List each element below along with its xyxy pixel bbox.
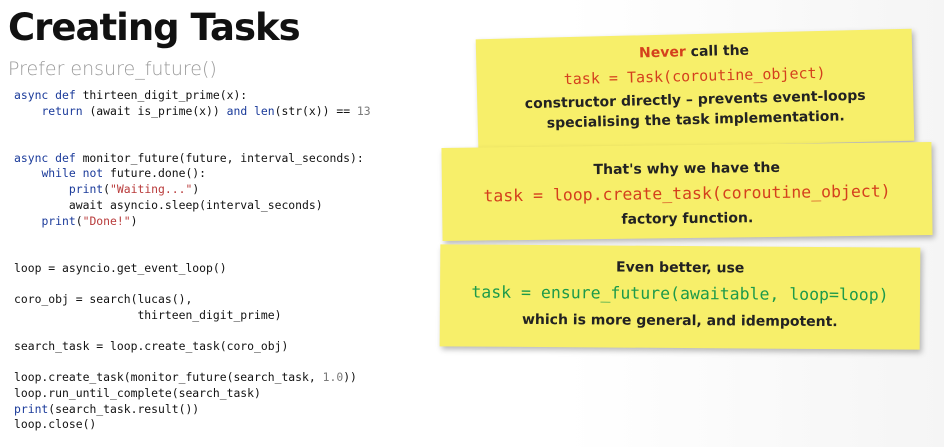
code-line: ​ xyxy=(14,323,371,339)
code-line: while not future.done(): xyxy=(41,166,207,181)
code-line: ​ xyxy=(14,229,371,245)
code-line: loop = asyncio.get_event_loop() xyxy=(14,260,227,275)
code-line: ​ xyxy=(14,355,371,371)
slide-title: Creating Tasks xyxy=(8,6,301,49)
code-line: ​ xyxy=(14,119,371,135)
code-line: thirteen_digit_prime) xyxy=(14,307,282,322)
code-line: search_task = loop.create_task(coro_obj) xyxy=(14,339,289,353)
sticky-note-create-task: That's why we have the task = loop.creat… xyxy=(441,142,933,241)
code-line: loop.create_task(monitor_future(search_t… xyxy=(14,370,357,385)
note2-line1: That's why we have the xyxy=(593,159,781,179)
code-block: async def thirteen_digit_prime(x): retur… xyxy=(14,88,371,433)
code-line: await asyncio.sleep(interval_seconds) xyxy=(14,197,323,212)
note1-code: task = Task(coroutine_object) xyxy=(563,63,826,89)
slide: Creating Tasks Prefer ensure_future() as… xyxy=(0,0,944,447)
note3-line3: which is more general, and idempotent. xyxy=(521,311,838,331)
code-line: coro_obj = search(lucas(), xyxy=(14,291,193,306)
note3-code: task = ensure_future(awaitable, loop=loo… xyxy=(471,282,889,305)
sticky-note-never-call: Never call the task = Task(coroutine_obj… xyxy=(475,28,915,152)
code-line: print(search_task.result()) xyxy=(14,401,200,416)
code-line: print("Done!") xyxy=(41,213,138,228)
code-line: ​ xyxy=(14,135,371,151)
note3-line1: Even better, use xyxy=(616,259,745,277)
note2-line3: factory function. xyxy=(621,210,754,228)
code-line: ​ xyxy=(14,276,371,292)
note1-line1: Never call the xyxy=(476,39,912,66)
code-line: print("Waiting...") xyxy=(68,182,200,197)
code-line: return (await is_prime(x)) and len(str(x… xyxy=(41,103,371,118)
code-line: async def monitor_future(future, interva… xyxy=(14,150,364,165)
code-line: loop.run_until_complete(search_task) xyxy=(14,386,261,401)
note2-code: task = loop.create_task(coroutine_object… xyxy=(483,181,891,206)
code-line: loop.close() xyxy=(14,417,97,432)
code-line: async def thirteen_digit_prime(x): xyxy=(14,88,248,102)
code-line: ​ xyxy=(14,245,371,261)
sticky-note-ensure-future: Even better, use task = ensure_future(aw… xyxy=(439,244,921,350)
slide-subtitle: Prefer ensure_future() xyxy=(8,58,217,80)
note1-call-the: call the xyxy=(685,42,750,61)
note1-never: Never xyxy=(638,44,687,62)
